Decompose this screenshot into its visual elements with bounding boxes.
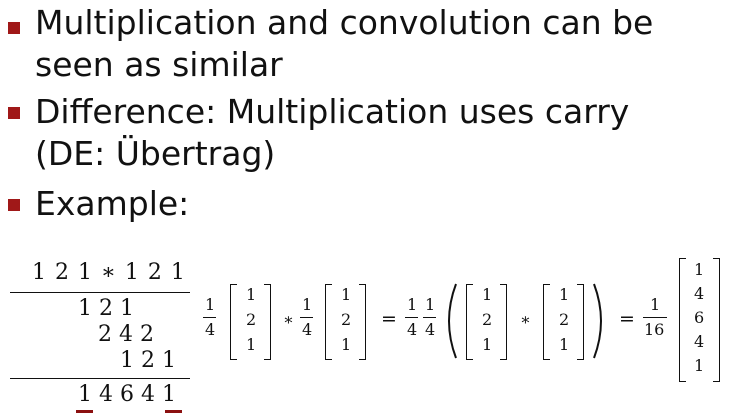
bracket-left	[466, 284, 473, 360]
fraction-denominator: 4	[425, 320, 436, 339]
bracket-right	[359, 284, 366, 360]
fraction-numerator: 1	[650, 295, 661, 314]
bullet-text-continued: seen as similar	[35, 45, 283, 84]
bracket-right	[264, 284, 271, 360]
fraction-bar	[300, 317, 313, 319]
bullet-text-continued: (DE: Übertrag)	[35, 134, 276, 173]
parenthesis-right	[593, 283, 602, 359]
bracket-right	[577, 284, 584, 360]
bullet-marker	[8, 22, 20, 34]
bullet-text: Multiplication and convolution can be	[35, 3, 654, 42]
multiplication-header: 1 2 1 ∗ 1 2 1	[32, 260, 186, 285]
vector-entry: 1	[559, 335, 570, 354]
vector-entry: 1	[341, 285, 352, 304]
partial-product-3: 1 2 1	[120, 348, 176, 373]
fraction-numerator: 1	[425, 295, 436, 314]
bracket-right	[713, 258, 720, 382]
bracket-left	[325, 284, 332, 360]
fraction-denominator: 4	[205, 320, 216, 339]
bullet-marker	[8, 107, 20, 119]
multiplication-result: 1 4 6 4 1	[78, 382, 176, 407]
vector-entry: 1	[246, 285, 257, 304]
result-vector-entry: 6	[694, 308, 705, 327]
vector-entry: 1	[482, 285, 493, 304]
bullet-text: Example:	[35, 184, 190, 223]
partial-product-1: 1 2 1	[78, 296, 134, 321]
equals-sign: =	[619, 308, 635, 330]
bullet-marker	[8, 199, 20, 211]
fraction-numerator: 1	[302, 295, 313, 314]
vector-entry: 1	[246, 335, 257, 354]
vector-entry: 1	[559, 285, 570, 304]
fraction-bar	[643, 317, 667, 319]
vector-entry: 2	[341, 310, 352, 329]
carry-underline	[76, 410, 93, 413]
sum-rule	[10, 378, 190, 380]
fraction-denominator: 16	[644, 320, 665, 339]
vector-entry: 2	[559, 310, 570, 329]
fraction-numerator: 1	[407, 295, 418, 314]
carry-underline	[165, 410, 182, 413]
vector-entry: 2	[246, 310, 257, 329]
bracket-left	[679, 258, 686, 382]
vector-entry: 2	[482, 310, 493, 329]
fraction-bar	[203, 317, 216, 319]
parenthesis-left	[448, 283, 457, 359]
convolution-operator: ∗	[520, 310, 531, 329]
convolution-operator: ∗	[283, 310, 294, 329]
result-vector-entry: 1	[694, 356, 705, 375]
fraction-denominator: 4	[407, 320, 418, 339]
fraction-numerator: 1	[205, 295, 216, 314]
fraction-denominator: 4	[302, 320, 313, 339]
partial-product-2: 2 4 2	[98, 322, 154, 347]
equals-sign: =	[381, 308, 397, 330]
bracket-left	[230, 284, 237, 360]
bracket-left	[543, 284, 550, 360]
bracket-right	[500, 284, 507, 360]
result-vector-entry: 1	[694, 260, 705, 279]
vector-entry: 1	[341, 335, 352, 354]
result-vector-entry: 4	[694, 284, 705, 303]
result-vector-entry: 4	[694, 332, 705, 351]
fraction-bar	[405, 317, 418, 319]
bullet-text: Difference: Multiplication uses carry	[35, 92, 630, 131]
multiplication-rule	[10, 292, 190, 294]
vector-entry: 1	[482, 335, 493, 354]
fraction-bar	[423, 317, 436, 319]
